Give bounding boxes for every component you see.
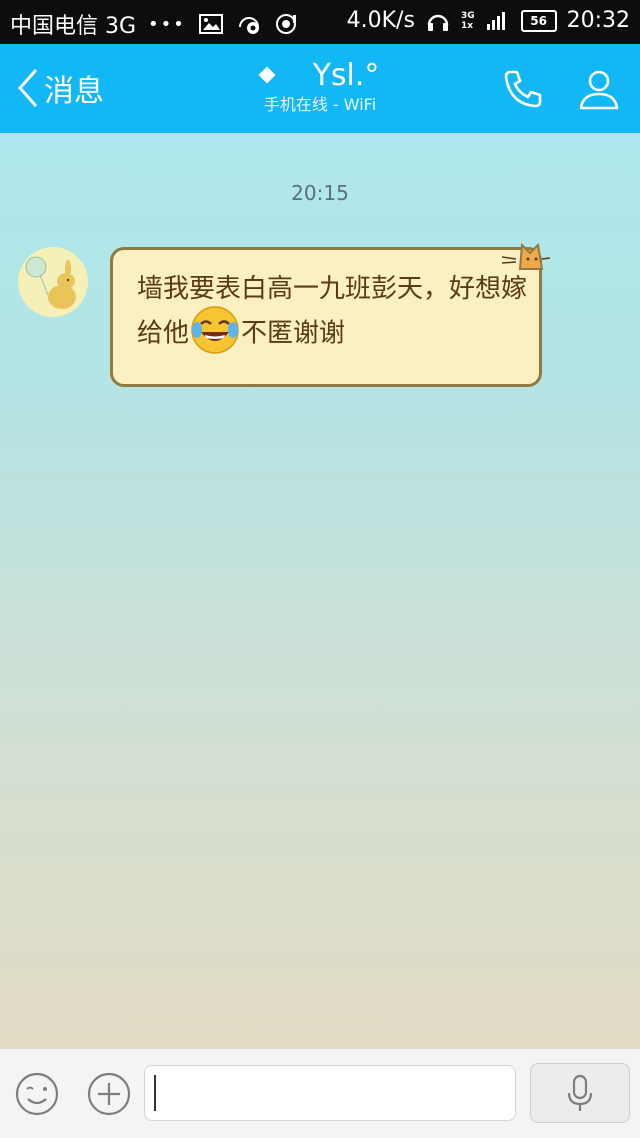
person-icon[interactable] <box>576 66 622 112</box>
chat-area[interactable]: 20:15 墙我要表白高一九班彭天，好想嫁给他 不匿谢谢 <box>0 133 640 1048</box>
microphone-icon <box>567 1074 593 1111</box>
plus-icon[interactable] <box>86 1071 132 1117</box>
signal-indicator: 3G 1x <box>461 11 475 31</box>
image-notification-icon <box>198 14 223 34</box>
signal-bars-icon <box>486 11 505 30</box>
smiley-icon[interactable] <box>14 1071 60 1117</box>
carrier-label: 中国电信 3G <box>10 14 137 39</box>
message-bubble[interactable]: 墙我要表白高一九班彭天，好想嫁给他 不匿谢谢 <box>110 247 542 387</box>
network-speed: 4.0K/s <box>346 8 415 33</box>
phone-icon[interactable] <box>500 66 546 112</box>
message-input[interactable] <box>144 1065 516 1121</box>
rabbit-avatar-icon <box>25 256 76 309</box>
tears-of-joy-emoji-icon <box>191 306 239 354</box>
input-bar <box>0 1048 640 1138</box>
headset-settings-icon <box>238 17 259 34</box>
status-bar: 中国电信 3G ••• 4.0K/s 3G 1x 56 20:32 <box>0 0 640 44</box>
contact-name: Ysl.° <box>312 58 380 93</box>
headphones-icon <box>427 14 449 31</box>
chat-header: 消息 Ysl.° 手机在线 - WiFi <box>0 44 640 133</box>
music-disc-icon <box>275 14 296 34</box>
more-notifications-dots: ••• <box>148 13 186 35</box>
avatar[interactable] <box>18 247 88 317</box>
text-cursor <box>154 1075 156 1111</box>
battery-indicator: 56 <box>520 9 557 32</box>
network-type-bottom: 1x <box>460 20 474 31</box>
message-timestamp: 20:15 <box>291 181 349 205</box>
message-text-part2: 不匿谢谢 <box>241 318 346 349</box>
network-type-top: 3G <box>460 10 475 21</box>
voice-button[interactable] <box>530 1063 630 1123</box>
diamond-icon <box>258 66 276 84</box>
cat-decoration-icon <box>501 242 550 270</box>
message-text: 墙我要表白高一九班彭天，好想嫁给他 不匿谢谢 <box>137 270 527 360</box>
clock: 20:32 <box>566 8 630 33</box>
